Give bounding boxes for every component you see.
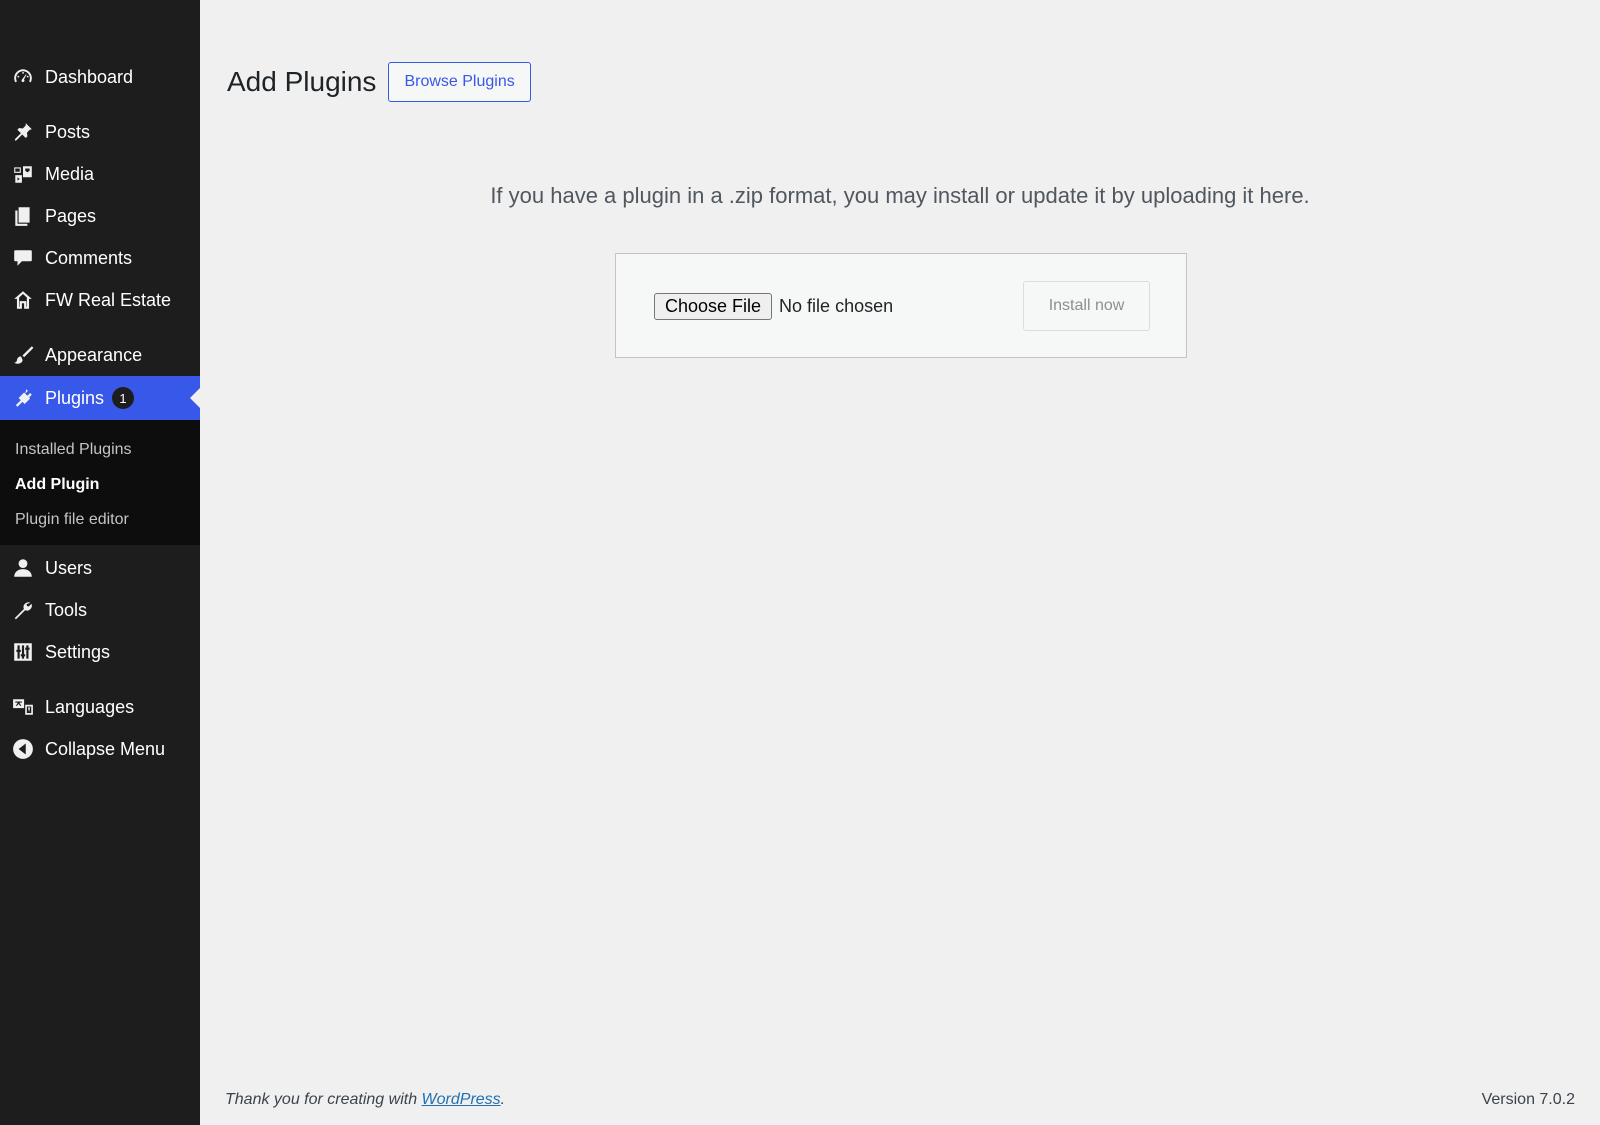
menu-item-users[interactable]: Users	[0, 547, 200, 589]
footer-thanks: Thank you for creating with WordPress.	[225, 1091, 505, 1109]
menu-item-languages[interactable]: Languages	[0, 686, 200, 728]
upload-help-text: If you have a plugin in a .zip format, y…	[490, 183, 1310, 208]
menu-item-comments[interactable]: Comments	[0, 237, 200, 279]
menu-item-fw-real-estate-label: FW Real Estate	[45, 289, 172, 310]
footer-version: Version 7.0.2	[1481, 1091, 1575, 1108]
pages-icon	[10, 203, 36, 229]
menu-item-plugins-label: Plugins	[45, 387, 105, 408]
plugin-upload-form: Choose File No file chosen Install now	[615, 253, 1187, 358]
wordpress-link[interactable]: WordPress	[422, 1091, 501, 1108]
menu-item-comments-label: Comments	[45, 247, 133, 268]
translation-icon	[10, 694, 36, 720]
page-title: Add Plugins	[227, 66, 377, 97]
menu-item-media-label: Media	[45, 163, 95, 184]
menu-item-pages[interactable]: Pages	[0, 195, 200, 237]
plugins-submenu: Installed Plugins Add Plugin Plugin file…	[0, 420, 200, 545]
paintbrush-icon	[10, 342, 36, 368]
menu-item-languages-label: Languages	[45, 696, 135, 717]
user-icon	[10, 555, 36, 581]
browse-plugins-button[interactable]: Browse Plugins	[388, 62, 531, 102]
menu-item-dashboard[interactable]: Dashboard	[0, 56, 200, 98]
settings-sliders-icon	[10, 639, 36, 665]
footer-thanks-suffix: .	[500, 1091, 506, 1108]
main-content: Add Plugins Browse Plugins If you have a…	[200, 0, 1600, 1125]
choose-file-button[interactable]: Choose File	[654, 293, 773, 320]
menu-item-appearance-label: Appearance	[45, 344, 143, 365]
menu-item-fw-real-estate[interactable]: FW Real Estate	[0, 279, 200, 321]
pushpin-icon	[10, 119, 36, 145]
comment-icon	[10, 245, 36, 271]
submenu-item-installed-plugins[interactable]: Installed Plugins	[0, 432, 200, 467]
menu-item-posts-label: Posts	[45, 121, 91, 142]
menu-item-collapse-menu[interactable]: Collapse Menu	[0, 728, 200, 770]
media-icon	[10, 161, 36, 187]
submenu-item-add-plugin[interactable]: Add Plugin	[0, 467, 200, 502]
admin-menu: Dashboard Posts Media Pages Comments FW …	[0, 0, 200, 420]
menu-item-pages-label: Pages	[45, 205, 97, 226]
file-input: Choose File No file chosen	[654, 293, 893, 320]
plugins-update-count-badge: 1	[112, 387, 135, 409]
menu-item-media[interactable]: Media	[0, 153, 200, 195]
menu-item-appearance[interactable]: Appearance	[0, 334, 200, 376]
menu-item-users-label: Users	[45, 557, 93, 578]
menu-item-tools[interactable]: Tools	[0, 589, 200, 631]
page-header: Add Plugins Browse Plugins	[227, 62, 531, 102]
plugin-icon	[10, 385, 36, 411]
admin-sidebar: Dashboard Posts Media Pages Comments FW …	[0, 0, 200, 1125]
menu-item-dashboard-label: Dashboard	[45, 66, 134, 87]
menu-item-posts[interactable]: Posts	[0, 111, 200, 153]
wrench-icon	[10, 597, 36, 623]
submenu-item-plugin-file-editor[interactable]: Plugin file editor	[0, 502, 200, 537]
admin-menu-lower: Users Tools Settings Languages Collapse …	[0, 547, 200, 770]
footer-thanks-prefix: Thank you for creating with	[225, 1091, 422, 1108]
install-now-button[interactable]: Install now	[1023, 281, 1150, 331]
collapse-arrow-icon	[10, 736, 36, 762]
dashboard-icon	[10, 64, 36, 90]
menu-item-settings-label: Settings	[45, 641, 111, 662]
menu-item-collapse-menu-label: Collapse Menu	[45, 738, 166, 759]
menu-item-plugins[interactable]: Plugins 1	[0, 376, 200, 420]
house-icon	[10, 287, 36, 313]
menu-item-tools-label: Tools	[45, 599, 88, 620]
file-status-text: No file chosen	[779, 296, 894, 316]
menu-item-settings[interactable]: Settings	[0, 631, 200, 673]
